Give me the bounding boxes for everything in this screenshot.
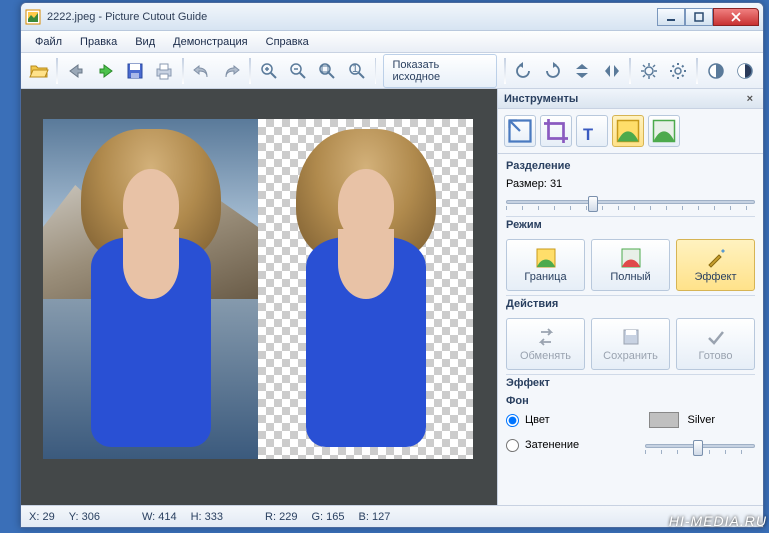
status-r: 229 bbox=[279, 511, 297, 523]
contrast-full-icon[interactable] bbox=[732, 57, 759, 85]
zoom-in-icon[interactable] bbox=[255, 57, 282, 85]
bg-color-radio[interactable] bbox=[506, 414, 519, 427]
status-g: 165 bbox=[326, 511, 344, 523]
panel-close-icon[interactable]: × bbox=[743, 93, 757, 105]
size-label: Размер: bbox=[506, 178, 547, 190]
tool-text-icon[interactable]: T bbox=[576, 115, 608, 147]
status-x: 29 bbox=[42, 511, 54, 523]
brightness-icon[interactable] bbox=[635, 57, 662, 85]
status-h: 333 bbox=[205, 511, 223, 523]
toolbar: 1 Показать исходное bbox=[21, 53, 763, 89]
action-done-button[interactable]: Готово bbox=[676, 318, 755, 370]
section-actions: Действия bbox=[506, 295, 755, 314]
app-icon bbox=[25, 9, 41, 25]
minimize-button[interactable] bbox=[657, 8, 685, 26]
app-window: 2222.jpeg - Picture Cutout Guide Файл Пр… bbox=[20, 2, 764, 528]
menu-view[interactable]: Вид bbox=[127, 34, 163, 50]
flip-h-icon[interactable] bbox=[598, 57, 625, 85]
titlebar[interactable]: 2222.jpeg - Picture Cutout Guide bbox=[21, 3, 763, 31]
maximize-button[interactable] bbox=[685, 8, 713, 26]
rotate-cw-icon[interactable] bbox=[539, 57, 566, 85]
section-effect: Эффект bbox=[506, 374, 755, 393]
size-slider[interactable] bbox=[506, 192, 755, 212]
save-icon[interactable] bbox=[121, 57, 148, 85]
forward-icon[interactable] bbox=[92, 57, 119, 85]
menu-edit[interactable]: Правка bbox=[72, 34, 125, 50]
mode-full-button[interactable]: Полный bbox=[591, 239, 670, 291]
section-separation: Разделение bbox=[506, 158, 755, 176]
bg-shading-radio[interactable] bbox=[506, 439, 519, 452]
svg-text:T: T bbox=[583, 126, 593, 144]
mode-boundary-button[interactable]: Граница bbox=[506, 239, 585, 291]
show-original-button[interactable]: Показать исходное bbox=[383, 54, 496, 88]
canvas-area[interactable] bbox=[21, 89, 497, 505]
undo-icon[interactable] bbox=[188, 57, 215, 85]
action-swap-button[interactable]: Обменять bbox=[506, 318, 585, 370]
back-icon[interactable] bbox=[62, 57, 89, 85]
action-save-button[interactable]: Сохранить bbox=[591, 318, 670, 370]
bg-label: Фон bbox=[506, 393, 755, 409]
menubar: Файл Правка Вид Демонстрация Справка bbox=[21, 31, 763, 53]
bg-color-label: Цвет bbox=[525, 414, 550, 426]
flip-v-icon[interactable] bbox=[569, 57, 596, 85]
section-mode: Режим bbox=[506, 216, 755, 235]
watermark: HI-MEDIA.RU bbox=[669, 513, 767, 529]
redo-icon[interactable] bbox=[217, 57, 244, 85]
status-w: 414 bbox=[158, 511, 176, 523]
size-value: 31 bbox=[550, 178, 562, 190]
tools-panel: Инструменты × T Разделение Размер: 31 bbox=[497, 89, 763, 505]
main-area: Инструменты × T Разделение Размер: 31 bbox=[21, 89, 763, 505]
menu-demo[interactable]: Демонстрация bbox=[165, 34, 256, 50]
tool-paste-icon[interactable] bbox=[648, 115, 680, 147]
color-name: Silver bbox=[687, 414, 715, 426]
original-image bbox=[43, 119, 258, 459]
tool-crop-icon[interactable] bbox=[540, 115, 572, 147]
panel-title: Инструменты bbox=[504, 93, 578, 105]
status-b: 127 bbox=[372, 511, 390, 523]
open-icon[interactable] bbox=[25, 57, 52, 85]
statusbar: X: 29 Y: 306 W: 414 H: 333 R: 229 G: 165… bbox=[21, 505, 763, 527]
shading-slider[interactable] bbox=[645, 436, 755, 456]
zoom-out-icon[interactable] bbox=[284, 57, 311, 85]
tool-resize-icon[interactable] bbox=[504, 115, 536, 147]
bg-shading-label: Затенение bbox=[525, 439, 579, 451]
contrast-half-icon[interactable] bbox=[702, 57, 729, 85]
close-button[interactable] bbox=[713, 8, 759, 26]
menu-help[interactable]: Справка bbox=[258, 34, 317, 50]
rotate-ccw-icon[interactable] bbox=[510, 57, 537, 85]
svg-text:1: 1 bbox=[352, 63, 358, 75]
status-y: 306 bbox=[82, 511, 100, 523]
print-icon[interactable] bbox=[151, 57, 178, 85]
zoom-fit-icon[interactable] bbox=[314, 57, 341, 85]
menu-file[interactable]: Файл bbox=[27, 34, 70, 50]
tool-separation-icon[interactable] bbox=[612, 115, 644, 147]
cutout-image bbox=[258, 119, 473, 459]
color-swatch[interactable] bbox=[649, 412, 679, 428]
window-title: 2222.jpeg - Picture Cutout Guide bbox=[47, 11, 657, 23]
settings-icon[interactable] bbox=[665, 57, 692, 85]
mode-effect-button[interactable]: Эффект bbox=[676, 239, 755, 291]
zoom-actual-icon[interactable]: 1 bbox=[343, 57, 370, 85]
